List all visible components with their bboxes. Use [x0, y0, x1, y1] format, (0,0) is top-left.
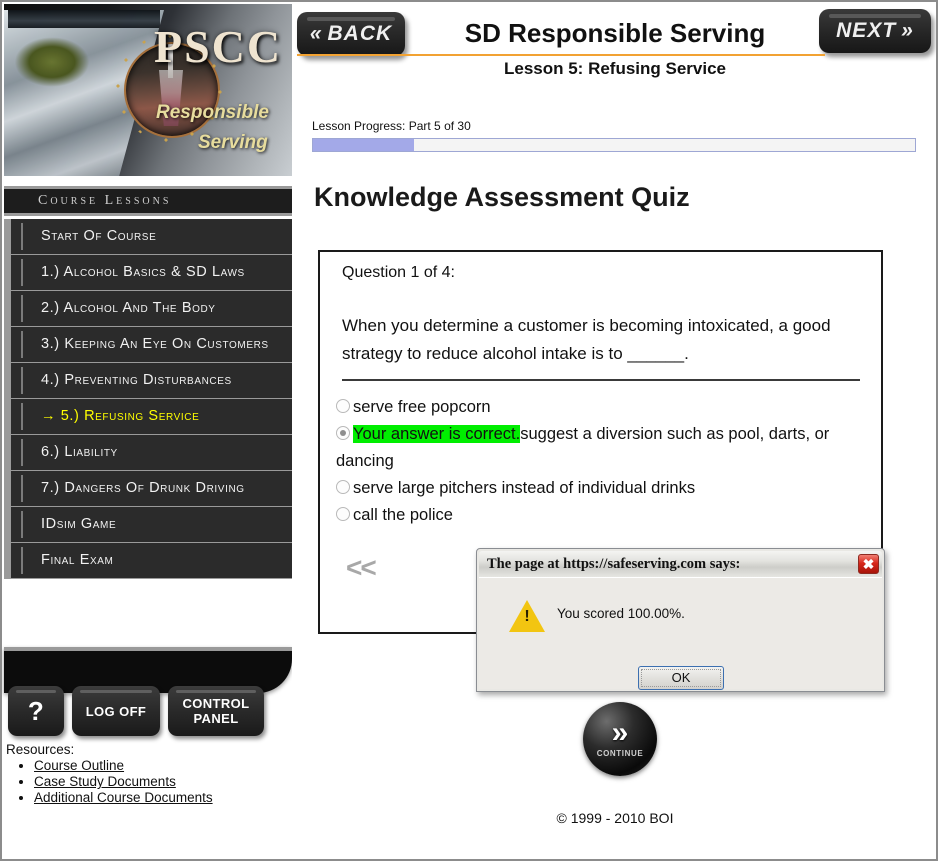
sidebar-item-start-of-course[interactable]: Start Of Course: [11, 219, 292, 255]
radio-button-4[interactable]: [336, 507, 350, 521]
resources-label: Resources:: [6, 742, 75, 757]
resource-link-course-outline[interactable]: Course Outline: [34, 758, 124, 773]
control-panel-button[interactable]: CONTROL PANEL: [168, 686, 264, 736]
pscc-banner-image: PSCC Responsible Serving: [4, 4, 292, 176]
question-divider: [342, 379, 860, 381]
sidebar-item-lesson-4[interactable]: 4.) Preventing Disturbances: [11, 363, 292, 399]
radio-button-2[interactable]: [336, 426, 350, 440]
progress-bar-fill: [313, 139, 414, 151]
resource-link-case-study-documents[interactable]: Case Study Documents: [34, 774, 176, 789]
sidebar-item-idsim-game[interactable]: IDsim Game: [11, 507, 292, 543]
alert-ok-button[interactable]: OK: [638, 666, 724, 690]
progress-label: Lesson Progress: Part 5 of 30: [312, 119, 471, 133]
continue-button-label: CONTINUE: [596, 749, 644, 758]
sidebar-item-lesson-2[interactable]: 2.) Alcohol And The Body: [11, 291, 292, 327]
alert-titlebar: The page at https://safeserving.com says…: [479, 551, 882, 577]
question-text: When you determine a customer is becomin…: [342, 316, 831, 363]
lesson-nav-list: Start Of Course 1.) Alcohol Basics & SD …: [4, 219, 292, 579]
radio-button-1[interactable]: [336, 399, 350, 413]
progress-bar: [312, 138, 916, 152]
answer-correct-badge: Your answer is correct.: [353, 425, 521, 443]
resources-list: Course Outline Case Study Documents Addi…: [6, 758, 290, 805]
tagline-serving: Serving: [198, 132, 268, 153]
warning-triangle-icon: [509, 600, 545, 632]
alert-ok-label: OK: [641, 669, 721, 687]
sidebar-item-lesson-5[interactable]: → 5.) Refusing Service: [11, 399, 292, 435]
page-title: SD Responsible Serving: [464, 18, 766, 48]
list-item: Course Outline: [34, 758, 290, 773]
help-button[interactable]: ?: [8, 686, 64, 736]
close-icon[interactable]: ✖: [858, 554, 879, 574]
answer-option-4[interactable]: call the police: [336, 502, 876, 529]
previous-question-button[interactable]: <<: [346, 552, 377, 584]
answer-options: serve free popcorn Your answer is correc…: [336, 394, 876, 529]
control-panel-label-line1: CONTROL: [182, 696, 250, 711]
tagline-responsible: Responsible: [156, 102, 269, 123]
control-panel-label-line2: PANEL: [193, 711, 239, 726]
alert-dialog: The page at https://safeserving.com says…: [476, 548, 885, 692]
resource-link-additional-course-documents[interactable]: Additional Course Documents: [34, 790, 213, 805]
course-lessons-header-label: Course Lessons: [38, 193, 172, 208]
list-item: Case Study Documents: [34, 774, 290, 789]
copyright-text: © 1999 - 2010 BOI: [556, 810, 674, 826]
answer-option-1[interactable]: serve free popcorn: [336, 394, 876, 421]
sidebar-item-final-exam[interactable]: Final Exam: [11, 543, 292, 579]
alert-body: You scored 100.00%. OK: [479, 577, 882, 690]
continue-button[interactable]: » CONTINUE: [583, 702, 657, 776]
list-item: Additional Course Documents: [34, 790, 290, 805]
answer-option-3[interactable]: serve large pitchers instead of individu…: [336, 475, 876, 502]
course-lessons-header: Course Lessons: [4, 186, 292, 216]
answer-label-4: call the police: [353, 506, 453, 524]
answer-label-3: serve large pitchers instead of individu…: [353, 479, 696, 497]
alert-message: You scored 100.00%.: [557, 606, 685, 621]
sidebar-item-lesson-1[interactable]: 1.) Alcohol Basics & SD Laws: [11, 255, 292, 291]
answer-label-1: serve free popcorn: [353, 398, 491, 416]
sidebar-action-buttons: ? LOG OFF CONTROL PANEL: [6, 686, 290, 740]
main-content: « BACK NEXT » SD Responsible Serving Les…: [292, 2, 936, 859]
answer-option-2[interactable]: Your answer is correct.suggest a diversi…: [336, 421, 876, 475]
log-off-button[interactable]: LOG OFF: [72, 686, 160, 736]
sidebar-item-lesson-7[interactable]: 7.) Dangers Of Drunk Driving: [11, 471, 292, 507]
quiz-heading: Knowledge Assessment Quiz: [314, 182, 690, 212]
course-page: PSCC Responsible Serving Course Lessons …: [0, 0, 938, 861]
pscc-logo-text: PSCC: [154, 21, 283, 72]
alert-title: The page at https://safeserving.com says…: [487, 555, 741, 572]
sidebar-item-lesson-3[interactable]: 3.) Keeping An Eye On Customers: [11, 327, 292, 363]
title-divider: [297, 54, 825, 56]
resources-section: Resources: Course Outline Case Study Doc…: [6, 742, 290, 806]
sidebar-item-lesson-6[interactable]: 6.) Liability: [11, 435, 292, 471]
double-chevron-right-icon: »: [611, 716, 629, 749]
lesson-subtitle: Lesson 5: Refusing Service: [503, 59, 727, 78]
sidebar: PSCC Responsible Serving Course Lessons …: [4, 2, 292, 859]
radio-button-3[interactable]: [336, 480, 350, 494]
question-counter: Question 1 of 4:: [342, 264, 455, 281]
